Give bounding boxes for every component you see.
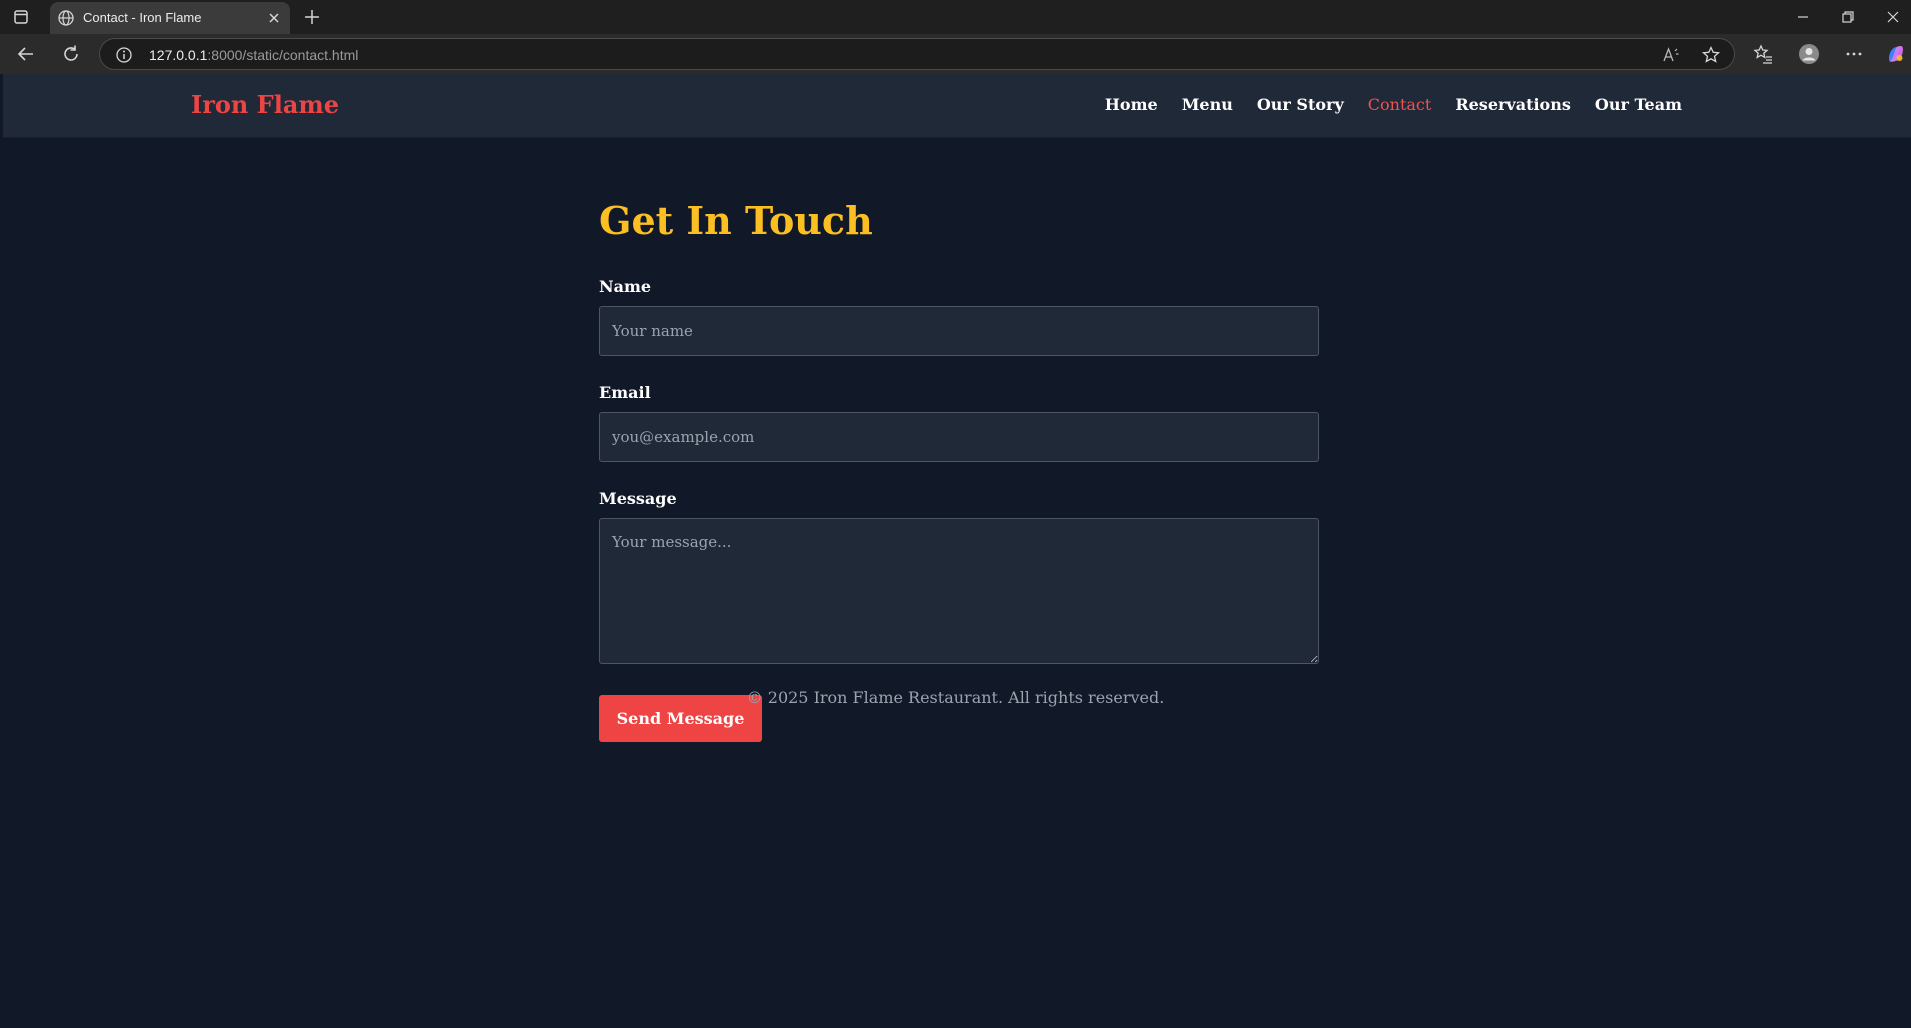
nav-link-home[interactable]: Home — [1105, 95, 1158, 114]
favorites-icon[interactable] — [1752, 43, 1774, 65]
footer-copyright: © 2025 Iron Flame Restaurant. All rights… — [746, 688, 1165, 707]
back-arrow-icon[interactable] — [15, 43, 37, 65]
message-label: Message — [599, 489, 677, 508]
site-header: Iron Flame Home Menu Our Story Contact R… — [3, 74, 1911, 138]
close-window-icon[interactable] — [1883, 7, 1903, 27]
url-host: 127.0.0.1 — [149, 47, 208, 63]
url-text: 127.0.0.1:8000/static/contact.html — [149, 47, 358, 63]
browser-tab-active[interactable]: Contact - Iron Flame — [50, 2, 290, 34]
nav-link-contact[interactable]: Contact — [1368, 95, 1432, 114]
read-aloud-icon[interactable] — [1661, 45, 1681, 65]
site-footer: © 2025 Iron Flame Restaurant. All rights… — [0, 688, 1911, 707]
main-nav: Home Menu Our Story Contact Reservations… — [1105, 95, 1682, 114]
nav-link-menu[interactable]: Menu — [1182, 95, 1233, 114]
info-icon[interactable] — [115, 46, 133, 64]
tab-title: Contact - Iron Flame — [83, 10, 202, 25]
copilot-icon[interactable] — [1885, 43, 1907, 65]
name-label: Name — [599, 277, 652, 296]
restore-icon[interactable] — [1838, 7, 1858, 27]
browser-toolbar: 127.0.0.1:8000/static/contact.html — [0, 34, 1911, 74]
name-input[interactable] — [599, 306, 1319, 356]
message-textarea[interactable] — [599, 518, 1319, 664]
email-label: Email — [599, 383, 651, 402]
address-bar[interactable]: 127.0.0.1:8000/static/contact.html — [99, 38, 1735, 70]
url-path: :8000/static/contact.html — [207, 47, 359, 63]
nav-link-reservations[interactable]: Reservations — [1455, 95, 1571, 114]
profile-icon[interactable] — [1798, 43, 1820, 65]
more-icon[interactable] — [1843, 43, 1865, 65]
page-title: Get In Touch — [599, 198, 873, 243]
refresh-icon[interactable] — [60, 43, 82, 65]
minimize-icon[interactable] — [1793, 7, 1813, 27]
browser-tab-bar: Contact - Iron Flame — [0, 0, 1911, 34]
plus-icon[interactable] — [302, 7, 322, 27]
email-input[interactable] — [599, 412, 1319, 462]
globe-icon — [57, 9, 75, 27]
nav-link-our-team[interactable]: Our Team — [1595, 95, 1682, 114]
brand-logo[interactable]: Iron Flame — [191, 90, 339, 119]
nav-link-our-story[interactable]: Our Story — [1257, 95, 1344, 114]
sidebar-toggle-icon[interactable] — [12, 8, 30, 26]
close-icon[interactable] — [266, 10, 282, 26]
star-icon[interactable] — [1701, 45, 1721, 65]
